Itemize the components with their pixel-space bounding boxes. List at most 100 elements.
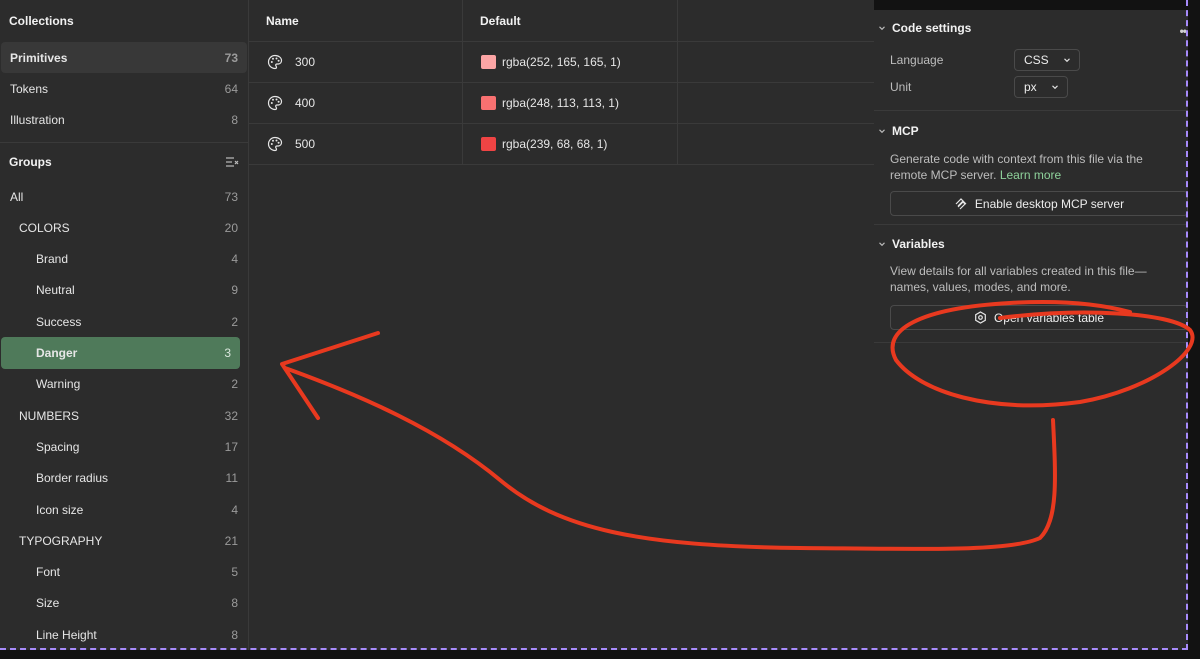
- group-label: Neutral: [36, 283, 75, 298]
- group-item-spacing[interactable]: Spacing 17: [1, 431, 247, 462]
- table-row[interactable]: 500 rgba(239, 68, 68, 1): [249, 124, 874, 165]
- table-row[interactable]: 400 rgba(248, 113, 113, 1): [249, 83, 874, 124]
- collection-item-illustration[interactable]: Illustration 8: [1, 105, 247, 136]
- language-setting: Language CSS: [874, 46, 1188, 73]
- window-border-right: [1186, 0, 1188, 650]
- learn-more-link[interactable]: Learn more: [1000, 168, 1061, 182]
- collections-title: Collections: [9, 14, 74, 28]
- collections-header: Collections: [0, 0, 248, 42]
- code-settings-header[interactable]: Code settings: [874, 10, 1188, 46]
- groups-title: Groups: [9, 154, 52, 169]
- group-count: 32: [224, 408, 238, 423]
- mcp-icon: [955, 197, 967, 209]
- column-header-name: Name: [249, 0, 463, 41]
- open-variables-table-label: Open variables table: [993, 310, 1105, 325]
- palette-icon: [267, 54, 283, 70]
- code-settings-title: Code settings: [892, 21, 972, 35]
- group-item-brand[interactable]: Brand 4: [1, 243, 247, 274]
- variables-header[interactable]: Variables: [874, 225, 1188, 263]
- group-label: Font: [36, 565, 61, 580]
- group-item-typography[interactable]: TYPOGRAPHY 21: [1, 525, 247, 556]
- group-item-border-radius[interactable]: Border radius 11: [1, 463, 247, 494]
- empty-cell: [678, 83, 874, 123]
- variable-name: 300: [295, 55, 316, 69]
- variable-name: 500: [295, 137, 316, 151]
- empty-cell: [678, 42, 874, 82]
- group-item-line-height[interactable]: Line Height 8: [1, 619, 247, 650]
- app-window: Collections Primitives 73 Tokens 64 Illu…: [0, 0, 1200, 659]
- mcp-header[interactable]: MCP: [874, 111, 1188, 151]
- group-item-neutral[interactable]: Neutral 9: [1, 275, 247, 306]
- table-header: Name Default: [249, 0, 874, 42]
- groups-header: Groups: [0, 143, 248, 181]
- variable-value-cell[interactable]: rgba(248, 113, 113, 1): [463, 83, 678, 123]
- open-variables-table-button[interactable]: Open variables table: [890, 305, 1188, 330]
- window-border-bottom: [0, 648, 1188, 650]
- chevron-down-icon: [879, 26, 885, 31]
- variable-value-cell[interactable]: rgba(239, 68, 68, 1): [463, 124, 678, 164]
- chevron-down-icon: [1063, 57, 1070, 62]
- group-count: 2: [231, 377, 238, 392]
- variable-value: rgba(252, 165, 165, 1): [502, 55, 621, 69]
- collection-label: Primitives: [10, 50, 68, 65]
- mcp-section: MCP Generate code with context from this…: [874, 111, 1188, 225]
- group-item-success[interactable]: Success 2: [1, 306, 247, 337]
- unit-value: px: [1024, 79, 1037, 94]
- empty-cell: [678, 124, 874, 164]
- color-swatch: [481, 96, 496, 110]
- variable-name: 400: [295, 96, 316, 110]
- group-label: Warning: [36, 377, 81, 392]
- variable-name-cell[interactable]: 300: [249, 42, 463, 82]
- mcp-title: MCP: [892, 124, 919, 138]
- group-count: 20: [224, 220, 238, 235]
- group-label: COLORS: [19, 220, 70, 235]
- group-item-icon-size[interactable]: Icon size 4: [1, 494, 247, 525]
- variable-value-cell[interactable]: rgba(252, 165, 165, 1): [463, 42, 678, 82]
- palette-icon: [267, 136, 283, 152]
- group-item-numbers[interactable]: NUMBERS 32: [1, 400, 247, 431]
- collection-count: 73: [224, 50, 238, 65]
- collection-count: 64: [224, 81, 238, 96]
- chevron-down-icon: [879, 129, 885, 134]
- variables-description: View details for all variables created i…: [890, 264, 1147, 294]
- group-count: 8: [231, 627, 238, 642]
- table-row[interactable]: 300 rgba(252, 165, 165, 1): [249, 42, 874, 83]
- group-count: 9: [231, 283, 238, 298]
- group-count: 8: [231, 596, 238, 611]
- sidebar: Collections Primitives 73 Tokens 64 Illu…: [0, 0, 249, 650]
- language-select[interactable]: CSS: [1014, 48, 1080, 71]
- column-header-default: Default: [463, 0, 678, 41]
- dev-panel: •• Code settings Language CSS Unit px MC…: [874, 10, 1188, 650]
- group-count: 4: [231, 252, 238, 267]
- color-swatch: [481, 55, 496, 69]
- group-item-size[interactable]: Size 8: [1, 588, 247, 619]
- group-item-font[interactable]: Font 5: [1, 556, 247, 587]
- unit-setting: Unit px: [874, 73, 1188, 100]
- enable-mcp-label: Enable desktop MCP server: [974, 196, 1125, 211]
- collection-item-primitives[interactable]: Primitives 73: [1, 42, 247, 74]
- enable-mcp-server-button[interactable]: Enable desktop MCP server: [890, 191, 1188, 216]
- collection-item-tokens[interactable]: Tokens 64: [1, 73, 247, 104]
- group-label: Success: [36, 314, 82, 329]
- group-item-warning[interactable]: Warning 2: [1, 369, 247, 400]
- group-label: All: [10, 189, 24, 204]
- group-label: Border radius: [36, 471, 109, 486]
- group-count: 2: [231, 314, 238, 329]
- palette-icon: [267, 95, 283, 111]
- variables-table: Name Default 300 rgba(252, 165, 165, 1): [249, 0, 874, 650]
- variable-name-cell[interactable]: 500: [249, 124, 463, 164]
- variable-name-cell[interactable]: 400: [249, 83, 463, 123]
- group-item-all[interactable]: All 73: [1, 181, 247, 212]
- mcp-description: Generate code with context from this fil…: [874, 151, 1188, 183]
- variables-title: Variables: [892, 237, 945, 251]
- variable-value: rgba(239, 68, 68, 1): [502, 137, 608, 151]
- collapse-groups-icon[interactable]: [225, 156, 239, 168]
- group-item-danger[interactable]: Danger 3: [1, 337, 240, 369]
- collection-count: 8: [231, 113, 238, 128]
- variables-section: Variables View details for all variables…: [874, 225, 1188, 343]
- group-label: Line Height: [36, 627, 97, 642]
- unit-select[interactable]: px: [1014, 75, 1068, 98]
- group-item-colors[interactable]: COLORS 20: [1, 212, 247, 243]
- group-label: Icon size: [36, 502, 84, 517]
- group-label: Danger: [36, 346, 78, 361]
